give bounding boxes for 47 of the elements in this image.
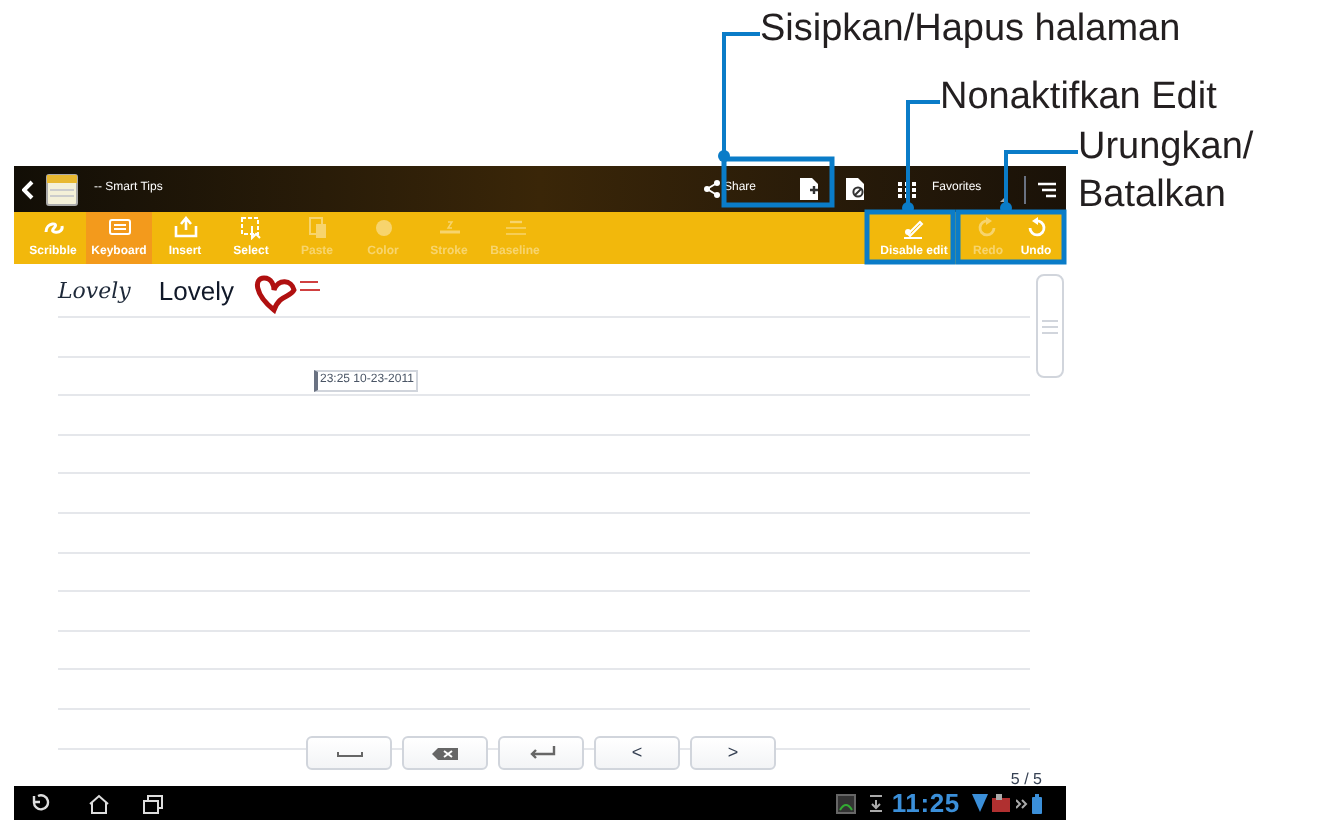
- leader-line: [718, 32, 760, 162]
- insert-icon: [173, 215, 197, 239]
- recent-apps-icon[interactable]: [142, 793, 164, 813]
- callout-label: Nonaktifkan Edit: [940, 74, 1217, 122]
- baseline-icon: [503, 215, 527, 239]
- home-icon[interactable]: [88, 793, 110, 813]
- menu-icon[interactable]: [1038, 181, 1056, 197]
- gallery-notification-icon[interactable]: [835, 793, 856, 813]
- handwritten-text: Lovely: [58, 275, 131, 308]
- pencil-eraser-icon: [902, 215, 926, 239]
- wifi-icon: [972, 794, 988, 812]
- callout-label: Sisipkan/Hapus halaman: [760, 6, 1181, 54]
- enter-icon: [527, 745, 555, 761]
- color-dot-icon: [371, 215, 395, 239]
- leader-line: [1000, 150, 1078, 214]
- undo-icon: [1024, 215, 1048, 239]
- select-icon: [239, 215, 263, 239]
- heart-doodle: [254, 275, 321, 313]
- redo-icon: [976, 215, 1000, 239]
- paste-icon: [305, 215, 329, 239]
- highlight-frame: [864, 209, 956, 265]
- highlight-frame: [955, 209, 1067, 265]
- grid-icon[interactable]: [898, 181, 916, 197]
- chevrons-icon: [1016, 797, 1028, 809]
- battery-icon: [1032, 793, 1042, 813]
- typed-text: Lovely: [158, 274, 234, 311]
- keyboard-key[interactable]: <: [594, 736, 680, 770]
- back-icon[interactable]: [22, 179, 34, 199]
- share-icon: [703, 180, 720, 198]
- scrollbar: [1036, 274, 1064, 378]
- add-page-icon[interactable]: [800, 178, 818, 200]
- download-icon[interactable]: [867, 794, 884, 812]
- keyboard-key[interactable]: >: [690, 736, 776, 770]
- keyboard-key[interactable]: [306, 736, 392, 770]
- back-nav-icon[interactable]: [30, 794, 52, 812]
- delete-page-icon[interactable]: [846, 178, 864, 200]
- keyboard-key[interactable]: [402, 736, 488, 770]
- keyboard-icon: [107, 215, 131, 239]
- page-indicator: 5 / 5: [1010, 768, 1042, 792]
- backspace-icon: [431, 745, 459, 761]
- stroke-icon: [437, 215, 461, 239]
- highlight-frame: [721, 156, 835, 208]
- callout-label: Urungkan/ Batalkan: [1078, 124, 1254, 220]
- dock-icon: [992, 794, 1012, 812]
- keyboard-key[interactable]: [498, 736, 584, 770]
- clock-time: 11:25: [891, 790, 960, 816]
- notebook-icon[interactable]: [46, 173, 78, 205]
